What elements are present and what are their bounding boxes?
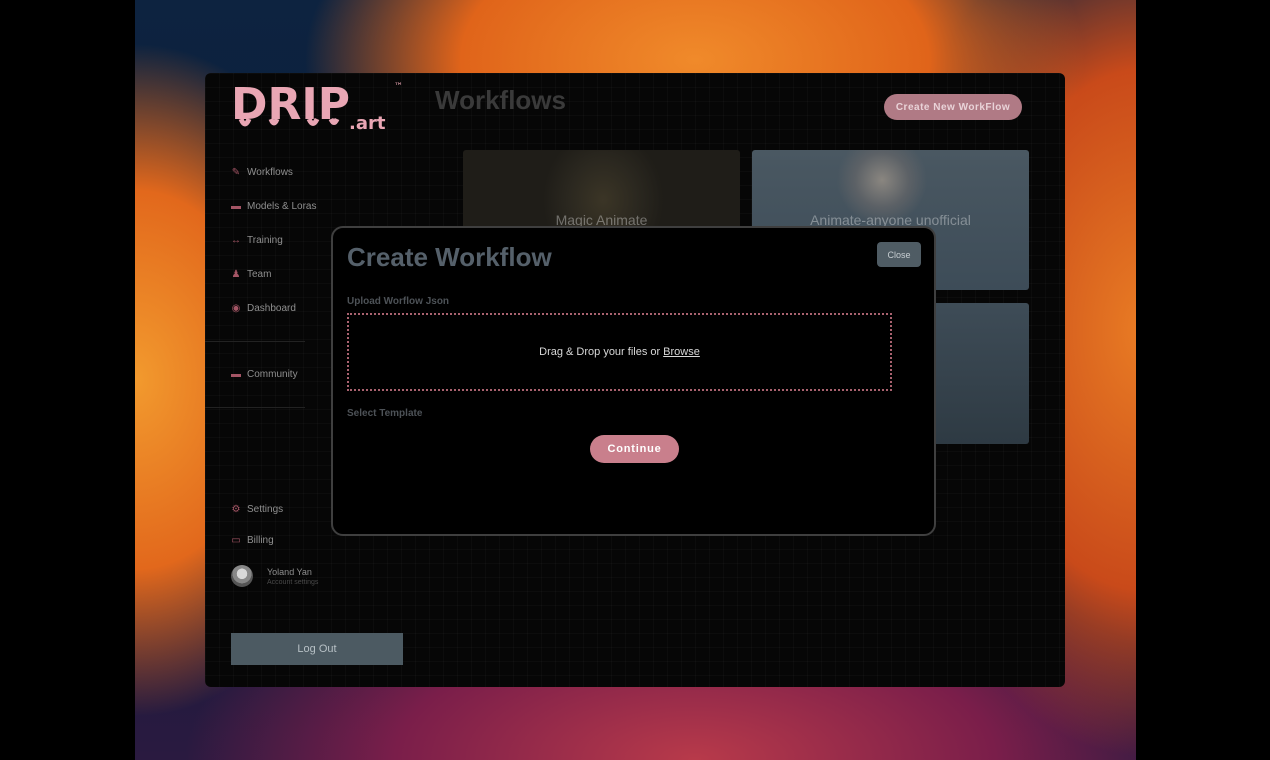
upload-label: Upload Worflow Json: [347, 296, 450, 307]
account-settings-link[interactable]: Yoland Yan Account settings: [231, 565, 318, 587]
browse-link[interactable]: Browse: [663, 346, 700, 358]
gear-icon: ⚙: [231, 503, 241, 515]
sidebar-item-label: Dashboard: [247, 303, 296, 314]
sidebar-item-label: Team: [247, 269, 272, 280]
page-title: Workflows: [435, 85, 566, 115]
sidebar-divider: [205, 407, 305, 408]
sidebar-item-label: Training: [247, 235, 283, 246]
sidebar-item-billing[interactable]: ▭ Billing: [231, 534, 274, 546]
sidebar-item-training[interactable]: ↔ Training: [231, 235, 283, 246]
dashboard-icon: ◉: [231, 302, 241, 314]
file-dropzone[interactable]: Drag & Drop your files or Browse: [347, 313, 892, 391]
svg-text:™: ™: [394, 82, 403, 92]
svg-text:.art: .art: [349, 113, 386, 133]
drip-art-logo: DRIP .art ™: [231, 79, 403, 133]
template-label: Select Template: [347, 408, 423, 419]
sidebar-item-label: Models & Loras: [247, 201, 317, 212]
sidebar-item-workflows[interactable]: ✎ Workflows: [231, 167, 293, 178]
sidebar-item-community[interactable]: ▬ Community: [231, 369, 298, 380]
card-icon: ▭: [231, 534, 241, 546]
sidebar-item-label: Billing: [247, 535, 274, 546]
sidebar-divider: [205, 341, 305, 342]
model-icon: ▬: [231, 200, 241, 212]
community-icon: ▬: [231, 368, 241, 380]
team-icon: ♟: [231, 268, 241, 280]
sidebar-item-label: Workflows: [247, 167, 293, 178]
create-workflow-button[interactable]: Create New WorkFlow: [884, 94, 1022, 120]
logout-button[interactable]: Log Out: [231, 633, 403, 665]
sidebar-item-settings[interactable]: ⚙ Settings: [231, 503, 284, 515]
sidebar-item-models[interactable]: ▬ Models & Loras: [231, 201, 316, 212]
close-button[interactable]: Close: [877, 242, 921, 267]
create-workflow-modal: Create Workflow Close Upload Worflow Jso…: [331, 226, 936, 536]
dropzone-text: Drag & Drop your files or: [539, 346, 661, 358]
continue-button[interactable]: Continue: [590, 435, 679, 463]
user-name: Yoland Yan: [267, 566, 312, 577]
avatar: [231, 565, 253, 587]
sidebar-item-dashboard[interactable]: ◉ Dashboard: [231, 303, 296, 314]
account-settings-label: Account settings: [267, 578, 319, 586]
sidebar-item-team[interactable]: ♟ Team: [231, 268, 272, 280]
training-icon: ↔: [231, 234, 241, 246]
sidebar-item-label: Community: [247, 369, 298, 380]
wand-icon: ✎: [231, 166, 241, 178]
modal-title: Create Workflow: [347, 242, 552, 272]
sidebar-item-label: Settings: [247, 504, 284, 515]
